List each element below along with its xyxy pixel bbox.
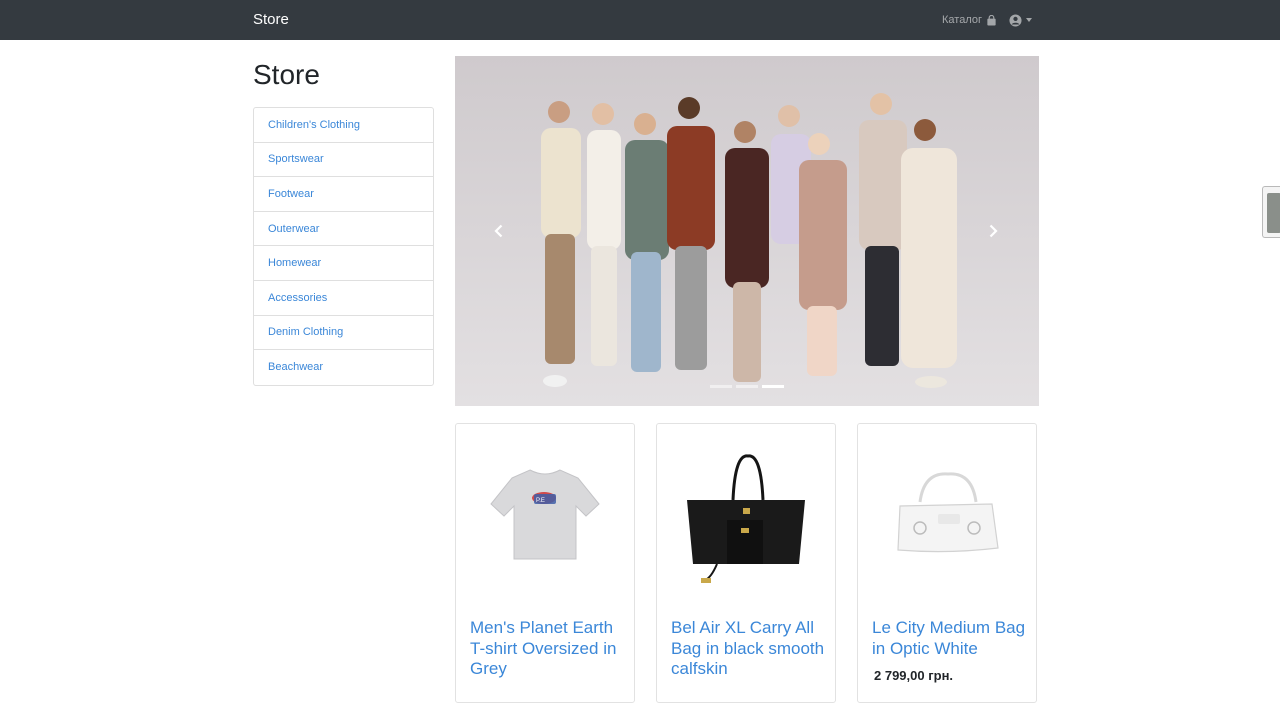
catalog-link[interactable]: Каталог xyxy=(942,12,997,28)
carousel-next-button[interactable] xyxy=(983,221,1003,241)
carousel-indicator-active[interactable] xyxy=(762,385,784,388)
category-item[interactable]: Children's Clothing xyxy=(254,108,433,143)
carousel-slide-image xyxy=(455,56,1039,406)
carousel-indicator[interactable] xyxy=(736,385,758,388)
product-card[interactable]: Le City Medium Bag in Optic White 2 799,… xyxy=(857,423,1037,703)
category-item[interactable]: Homewear xyxy=(254,246,433,281)
carousel-indicators xyxy=(455,385,1039,388)
navbar-brand[interactable]: Store xyxy=(253,11,289,29)
category-link[interactable]: Outerwear xyxy=(268,223,319,235)
user-menu-toggle[interactable] xyxy=(1009,13,1032,27)
chevron-right-icon xyxy=(989,224,998,238)
category-link[interactable]: Sportswear xyxy=(268,153,324,165)
category-link[interactable]: Footwear xyxy=(268,188,314,200)
product-card[interactable]: Bel Air XL Carry All Bag in black smooth… xyxy=(656,423,836,703)
carousel-prev-button[interactable] xyxy=(489,221,509,241)
top-navbar: Store Каталог xyxy=(0,0,1280,40)
black-tote-bag-image xyxy=(687,454,805,583)
category-item[interactable]: Outerwear xyxy=(254,212,433,247)
category-link[interactable]: Children's Clothing xyxy=(268,119,360,131)
category-list: Children's Clothing Sportswear Footwear … xyxy=(253,107,434,386)
product-title-link[interactable]: Bel Air XL Carry All Bag in black smooth… xyxy=(671,618,827,680)
page-title: Store xyxy=(253,59,320,90)
floating-side-widget[interactable] xyxy=(1262,186,1280,238)
chevron-left-icon xyxy=(494,224,503,238)
category-link[interactable]: Accessories xyxy=(268,292,327,304)
white-handbag-image xyxy=(897,472,999,553)
hero-carousel[interactable] xyxy=(455,56,1039,406)
category-link[interactable]: Homewear xyxy=(268,257,321,269)
user-circle-icon xyxy=(1009,13,1022,27)
svg-text:P.E: P.E xyxy=(536,498,545,504)
tshirt-image: P.E xyxy=(490,469,600,560)
carousel-indicator[interactable] xyxy=(710,385,732,388)
category-item[interactable]: Accessories xyxy=(254,281,433,316)
category-link[interactable]: Denim Clothing xyxy=(268,326,343,338)
category-link[interactable]: Beachwear xyxy=(268,361,323,373)
category-item[interactable]: Beachwear xyxy=(254,350,433,385)
category-item[interactable]: Sportswear xyxy=(254,143,433,178)
product-title-link[interactable]: Le City Medium Bag in Optic White xyxy=(872,618,1028,659)
catalog-label: Каталог xyxy=(942,14,982,26)
chevron-down-icon xyxy=(1026,18,1032,22)
category-item[interactable]: Denim Clothing xyxy=(254,316,433,351)
category-item[interactable]: Footwear xyxy=(254,177,433,212)
product-price: 2 799,00 грн. xyxy=(874,668,954,683)
widget-icon xyxy=(1267,193,1280,233)
product-card[interactable]: P.E Men's Planet Earth T-shirt Oversized… xyxy=(455,423,635,703)
shopping-bag-icon xyxy=(987,14,996,26)
navbar-right: Каталог xyxy=(942,12,1032,28)
product-title-link[interactable]: Men's Planet Earth T-shirt Oversized in … xyxy=(470,618,626,680)
